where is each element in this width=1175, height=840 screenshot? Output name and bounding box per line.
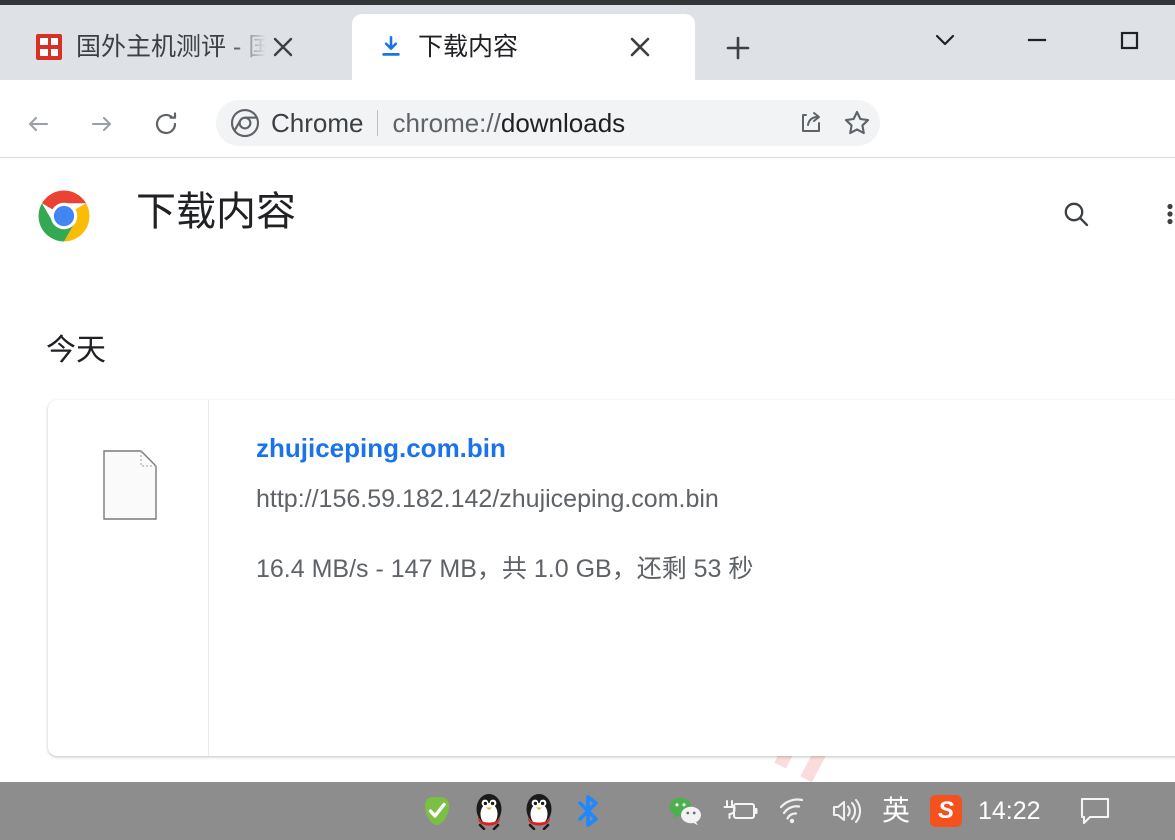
omnibox-actions: [788, 100, 880, 146]
share-icon[interactable]: [788, 100, 834, 146]
tab-close-button[interactable]: [623, 30, 657, 64]
tab-close-button[interactable]: [266, 30, 300, 64]
system-tray: 英 S: [420, 782, 963, 840]
ime-indicator[interactable]: 英: [882, 795, 910, 827]
downloads-header: 下载内容: [0, 158, 1175, 274]
forward-button[interactable]: [78, 100, 126, 148]
address-bar[interactable]: Chrome chrome://downloads: [216, 100, 880, 146]
omnibox-chip-label: Chrome: [271, 108, 364, 138]
download-source-url: http://156.59.182.142/zhujiceping.com.bi…: [256, 485, 719, 513]
taskbar-clock[interactable]: 14:22: [978, 782, 1041, 840]
more-vertical-icon[interactable]: [1146, 190, 1175, 238]
new-tab-button[interactable]: [715, 25, 761, 71]
omnibox-separator: [377, 110, 379, 136]
browser-window: 国外主机测评 - 国外 下载内容: [0, 0, 1175, 840]
download-status-text: 16.4 MB/s - 147 MB，共 1.0 GB，还剩 53 秒: [256, 555, 754, 583]
download-filename-link[interactable]: zhujiceping.com.bin: [256, 432, 506, 464]
windows-taskbar: 英 S 14:22: [0, 782, 1175, 840]
qq-penguin-icon-2[interactable]: [524, 792, 554, 830]
qq-penguin-icon[interactable]: [474, 792, 504, 830]
tab-title: 下载内容: [418, 33, 519, 61]
volume-icon[interactable]: [830, 796, 862, 826]
bluetooth-icon[interactable]: [574, 794, 602, 828]
url-scheme: chrome://: [392, 108, 501, 138]
card-divider: [208, 400, 209, 756]
sogou-input-icon[interactable]: S: [930, 795, 963, 827]
chrome-logo-icon: [230, 108, 260, 138]
download-arrow-icon: [378, 34, 404, 60]
security-check-icon[interactable]: [420, 794, 454, 828]
window-controls: [899, 14, 1175, 66]
tab-strip: 国外主机测评 - 国外 下载内容: [0, 0, 1175, 80]
minimize-button[interactable]: [991, 14, 1083, 66]
download-item-details: zhujiceping.com.bin http://156.59.182.14…: [256, 432, 753, 584]
wifi-icon[interactable]: [778, 796, 810, 826]
battery-plug-icon[interactable]: [722, 796, 758, 826]
page-title: 下载内容: [136, 190, 296, 234]
search-icon[interactable]: [1052, 190, 1100, 238]
color-grid-icon[interactable]: [622, 796, 648, 826]
url-path: downloads: [500, 108, 626, 138]
window-top-edge: [0, 0, 1175, 5]
star-icon[interactable]: [834, 100, 880, 146]
reload-button[interactable]: [142, 100, 190, 148]
maximize-button[interactable]: [1083, 14, 1175, 66]
wechat-icon[interactable]: [668, 796, 702, 826]
back-button[interactable]: [14, 100, 62, 148]
site-favicon-red-seal-icon: [36, 34, 62, 60]
tab-search-chevron-icon[interactable]: [899, 14, 991, 66]
tab-downloads[interactable]: 下载内容: [352, 14, 695, 80]
generic-file-icon: [103, 450, 157, 525]
section-label-today: 今天: [46, 334, 106, 367]
notification-icon[interactable]: [1078, 782, 1112, 840]
chrome-logo-icon: [38, 190, 90, 247]
download-item-card: zhujiceping.com.bin http://156.59.182.14…: [48, 400, 1175, 756]
tab-site[interactable]: 国外主机测评 - 国外: [14, 14, 344, 80]
downloads-page: zhujiceping.com 下载内容 今天: [0, 158, 1175, 782]
omnibox-url[interactable]: chrome://downloads: [392, 107, 625, 139]
tab-title: 国外主机测评 - 国外: [76, 33, 266, 61]
